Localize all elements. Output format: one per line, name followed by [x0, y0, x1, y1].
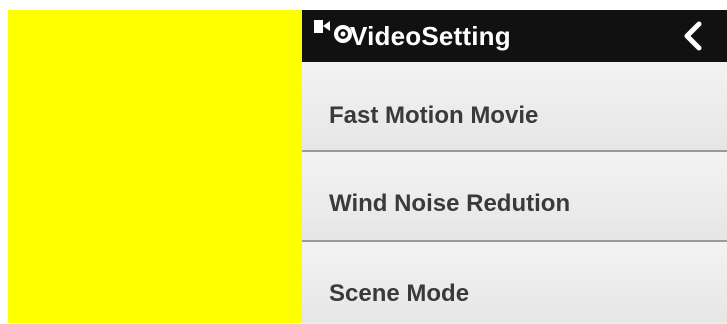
yellow-panel [8, 10, 302, 323]
chevron-left-icon [684, 21, 702, 51]
back-button[interactable] [677, 16, 711, 56]
menu-item-label: Scene Mode [329, 280, 470, 307]
menu-item-label: Wind Noise Redution [329, 190, 571, 217]
menu-item-wind-noise-reduction[interactable]: Wind Noise Redution [302, 152, 727, 242]
page-title: VideoSetting [350, 21, 511, 51]
menu-item-label: Fast Motion Movie [329, 102, 539, 129]
screenshot-stage: VideoSetting Fast Motion Movie Wind Nois… [0, 0, 727, 324]
header-bar: VideoSetting [302, 10, 727, 62]
menu-item-scene-mode[interactable]: Scene Mode [302, 242, 727, 322]
device-screen: VideoSetting Fast Motion Movie Wind Nois… [302, 10, 727, 324]
menu-item-fast-motion-movie[interactable]: Fast Motion Movie [302, 62, 727, 152]
settings-menu: Fast Motion Movie Wind Noise Redution Sc… [302, 62, 727, 322]
video-settings-icon [310, 14, 354, 58]
